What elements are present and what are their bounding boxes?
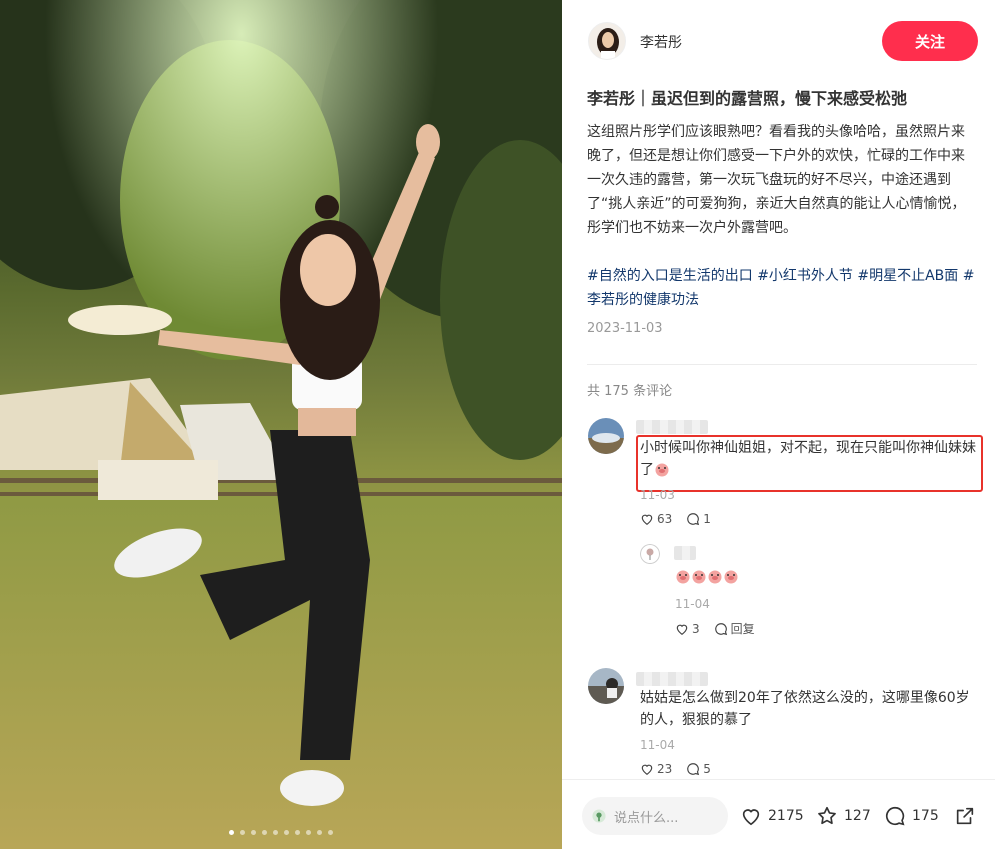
like-count: 63 (657, 512, 673, 526)
note-date: 2023-11-03 (587, 321, 663, 336)
comment-input[interactable]: 说点什么... (582, 797, 728, 835)
avatar-image (588, 418, 624, 454)
note-tags: #自然的入口是生活的出口 #小红书外人节 #明星不止AB面 #李若彤的健康功法 (587, 264, 977, 312)
reply-actions: 3 回复 (675, 620, 765, 637)
note-detail-panel: 李若彤 关注 李若彤｜虽迟但到的露营照，慢下来感受松弛 这组照片彤学们应该眼熟吧… (562, 0, 995, 849)
follow-button[interactable]: 关注 (882, 21, 978, 61)
carousel-dot[interactable] (284, 830, 289, 835)
carousel-dot[interactable] (306, 830, 311, 835)
carousel-dot[interactable] (317, 830, 322, 835)
avatar-image (589, 23, 625, 59)
comment-bubble-icon (687, 763, 700, 776)
comment-count: 共 175 条评论 (587, 384, 673, 399)
comment-like-button[interactable]: 23 (640, 762, 672, 776)
carousel-dot[interactable] (262, 830, 267, 835)
reply-author-redacted (674, 546, 696, 560)
carousel-dot[interactable] (251, 830, 256, 835)
comment-avatar[interactable] (588, 668, 624, 704)
heart-icon (676, 624, 688, 635)
reply-date: 11-04 (675, 597, 710, 611)
comment-text: 姑姑是怎么做到20年了依然这么没的，这哪里像60岁的人，狠狠的慕了 (640, 690, 970, 728)
like-total: 2175 (768, 808, 804, 824)
pig-emoji-icon (724, 570, 738, 584)
comment-date: 11-04 (640, 738, 675, 752)
user-avatar-icon (592, 809, 606, 823)
collect-total: 127 (844, 808, 871, 824)
share-icon (956, 807, 974, 825)
pig-emoji-icon (708, 570, 722, 584)
collect-button[interactable]: 127 (816, 805, 871, 827)
heart-icon (742, 809, 760, 826)
comment-total: 175 (912, 808, 939, 824)
avatar-image (640, 544, 660, 564)
comment-button[interactable]: 175 (884, 805, 939, 827)
comment-avatar[interactable] (588, 418, 624, 454)
comment-highlight-box (636, 435, 983, 492)
engagement-bar: 说点什么... 2175 127 175 (562, 779, 995, 849)
carousel-dot[interactable] (295, 830, 300, 835)
comment-bubble-icon (714, 622, 727, 635)
like-count: 3 (692, 621, 700, 636)
comment-reply-button[interactable]: 5 (686, 762, 711, 776)
avatar-image (588, 668, 624, 704)
author-header: 李若彤 关注 (562, 0, 995, 82)
note-title: 李若彤｜虽迟但到的露营照，慢下来感受松弛 (587, 89, 908, 108)
note-photo[interactable] (0, 0, 562, 849)
reply-label: 回复 (730, 622, 755, 636)
comment-reply-button[interactable]: 1 (686, 512, 711, 526)
reply-count: 1 (703, 512, 711, 526)
author-avatar[interactable] (588, 22, 626, 60)
star-icon (818, 806, 836, 825)
note-content-scroll[interactable]: 李若彤｜虽迟但到的露营照，慢下来感受松弛 这组照片彤学们应该眼熟吧？看看我的头像… (562, 82, 995, 779)
carousel-indicator[interactable] (0, 830, 562, 835)
like-count: 23 (657, 762, 673, 776)
share-button[interactable] (954, 805, 976, 827)
heart-icon (641, 514, 653, 525)
comment-author-redacted (636, 672, 708, 686)
author-name[interactable]: 李若彤 (640, 32, 682, 52)
carousel-dot[interactable] (240, 830, 245, 835)
comment-actions: 63 1 (640, 512, 721, 526)
pig-emoji-icon (692, 570, 706, 584)
pig-emoji-icon (676, 570, 690, 584)
comment-bubble-icon (885, 806, 905, 826)
divider (587, 364, 977, 365)
comment-actions: 23 5 (640, 762, 721, 776)
reply-like-button[interactable]: 3 (675, 622, 700, 636)
heart-icon (641, 764, 653, 775)
note-description: 这组照片彤学们应该眼熟吧？看看我的头像哈哈，虽然照片来晚了，但还是想让你们感受一… (587, 124, 966, 236)
like-button[interactable]: 2175 (740, 805, 804, 827)
carousel-dot[interactable] (328, 830, 333, 835)
comment-input-placeholder: 说点什么... (614, 810, 679, 826)
reply-text (675, 566, 739, 588)
tag-link[interactable]: #小红书外人节 (757, 268, 853, 284)
carousel-dot[interactable] (229, 830, 234, 835)
photo-illustration (0, 0, 562, 849)
comment-date: 11-03 (640, 488, 675, 502)
reply-avatar[interactable] (640, 544, 660, 564)
tag-link[interactable]: #自然的入口是生活的出口 (587, 268, 753, 284)
reply-reply-button[interactable]: 回复 (714, 620, 755, 637)
comment-like-button[interactable]: 63 (640, 512, 672, 526)
comment-author-redacted (636, 420, 708, 434)
carousel-dot[interactable] (273, 830, 278, 835)
comment-bubble-icon (687, 513, 700, 526)
tag-link[interactable]: #明星不止AB面 (857, 268, 958, 284)
reply-count: 5 (703, 762, 711, 776)
